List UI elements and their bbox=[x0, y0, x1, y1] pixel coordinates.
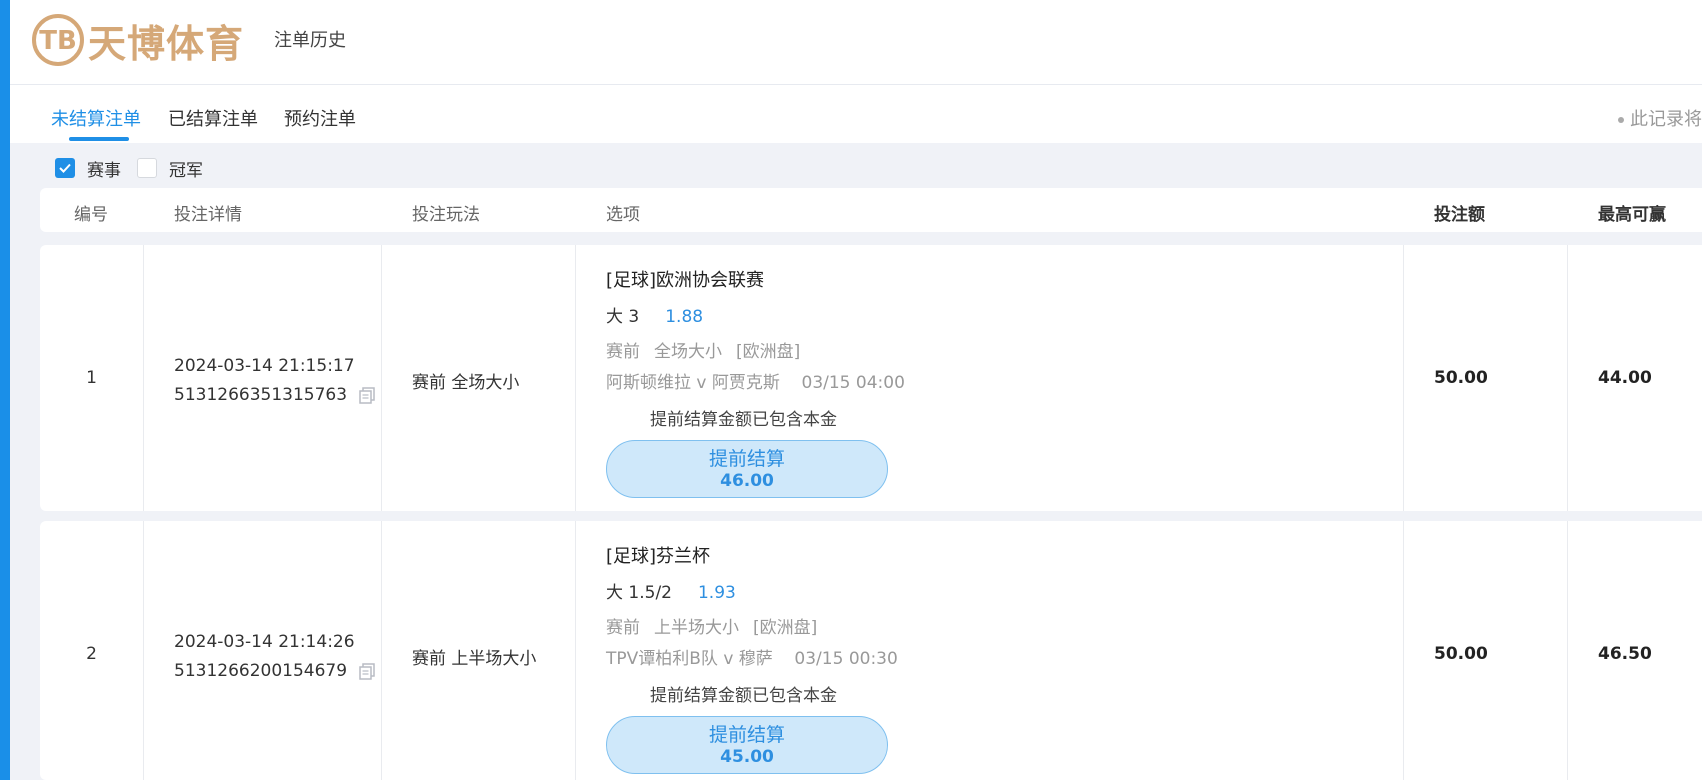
league-name: [足球]欧洲协会联赛 bbox=[606, 270, 765, 291]
stage-label: 赛前 bbox=[606, 342, 640, 362]
bet-option: [足球]欧洲协会联赛 大 3 1.88 赛前 全场大小 [欧洲盘] 阿斯顿维拉 v 阿… bbox=[606, 266, 905, 498]
cashout-label: 提前结算 bbox=[708, 448, 785, 470]
table-row: 1 2024-03-14 21:15:17 5131266351315763 赛… bbox=[40, 245, 1702, 511]
column-divider bbox=[1567, 245, 1568, 511]
header: TB 天博体育 注单历史 bbox=[10, 0, 1702, 85]
row-number: 1 bbox=[86, 368, 97, 388]
order-id: 5131266200154679 bbox=[174, 661, 348, 681]
bet-datetime: 2024-03-14 21:15:17 bbox=[174, 356, 355, 376]
line-label: [欧洲盘] bbox=[736, 342, 801, 362]
col-num: 编号 bbox=[74, 205, 108, 225]
bet-order-row: 5131266200154679 bbox=[174, 657, 376, 686]
bet-order-row: 5131266351315763 bbox=[174, 381, 376, 410]
column-divider bbox=[381, 245, 382, 511]
odds-value: 1.88 bbox=[665, 307, 704, 327]
logo-mark-icon: TB bbox=[32, 14, 84, 66]
tab-unsettled[interactable]: 未结算注单 bbox=[51, 105, 141, 131]
events-checkbox[interactable] bbox=[55, 158, 75, 178]
match-teams: TPV谭柏利B队 v 穆萨 bbox=[606, 649, 773, 669]
logo-mark-text: TB bbox=[39, 26, 77, 56]
match-info: TPV谭柏利B队 v 穆萨 03/15 00:30 bbox=[606, 644, 898, 669]
bet-detail: 2024-03-14 21:15:17 5131266351315763 bbox=[174, 352, 376, 410]
line-label: [欧洲盘] bbox=[753, 618, 818, 638]
cashout-amount: 46.00 bbox=[720, 471, 774, 491]
max-win-amount: 46.50 bbox=[1598, 644, 1652, 664]
events-filter-label[interactable]: 赛事 bbox=[87, 156, 121, 181]
match-time: 03/15 04:00 bbox=[801, 373, 905, 393]
checkmark-icon bbox=[59, 163, 71, 173]
col-stake: 投注额 bbox=[1434, 205, 1485, 225]
cashout-note: 提前结算金额已包含本金 bbox=[650, 410, 837, 430]
outright-filter-label[interactable]: 冠军 bbox=[169, 156, 203, 181]
bet-detail: 2024-03-14 21:14:26 5131266200154679 bbox=[174, 628, 376, 686]
stake-amount: 50.00 bbox=[1434, 644, 1488, 664]
record-notice-text: 此记录将 bbox=[1630, 109, 1702, 130]
odds-value: 1.93 bbox=[697, 583, 736, 603]
market-label: 上半场大小 bbox=[654, 618, 739, 638]
record-notice: 此记录将 bbox=[1618, 105, 1702, 131]
column-divider bbox=[143, 521, 144, 780]
bet-option: [足球]芬兰杯 大 1.5/2 1.93 赛前 上半场大小 [欧洲盘] TPV谭柏利B… bbox=[606, 542, 898, 774]
market-meta: 赛前 全场大小 [欧洲盘] bbox=[606, 337, 905, 362]
column-divider bbox=[1567, 521, 1568, 780]
pick-text: 大 3 bbox=[606, 307, 640, 327]
outright-checkbox[interactable] bbox=[137, 158, 157, 178]
match-info: 阿斯顿维拉 v 阿贾克斯 03/15 04:00 bbox=[606, 368, 905, 393]
col-detail: 投注详情 bbox=[174, 205, 242, 225]
column-divider bbox=[1403, 245, 1404, 511]
cashout-button[interactable]: 提前结算 45.00 bbox=[606, 716, 888, 774]
league-name: [足球]芬兰杯 bbox=[606, 546, 711, 567]
logo-text: 天博体育 bbox=[88, 21, 245, 66]
table-row: 2 2024-03-14 21:14:26 5131266200154679 赛… bbox=[40, 521, 1702, 780]
market-label: 全场大小 bbox=[654, 342, 722, 362]
table-header: 编号 投注详情 投注玩法 选项 投注额 最高可赢 bbox=[40, 188, 1702, 232]
stage-label: 赛前 bbox=[606, 618, 640, 638]
copy-icon[interactable] bbox=[358, 386, 376, 404]
logo[interactable]: TB 天博体育 bbox=[30, 10, 244, 70]
active-tab-indicator bbox=[69, 137, 129, 141]
tab-scheduled[interactable]: 预约注单 bbox=[284, 105, 356, 131]
pick-text: 大 1.5/2 bbox=[606, 583, 672, 603]
column-divider bbox=[143, 245, 144, 511]
order-id: 5131266351315763 bbox=[174, 385, 348, 405]
stake-amount: 50.00 bbox=[1434, 368, 1488, 388]
bet-pick: 大 3 1.88 bbox=[606, 302, 905, 327]
column-divider bbox=[575, 521, 576, 780]
row-number: 2 bbox=[86, 644, 97, 664]
bet-pick: 大 1.5/2 1.93 bbox=[606, 578, 898, 603]
cashout-note: 提前结算金额已包含本金 bbox=[650, 686, 837, 706]
max-win-amount: 44.00 bbox=[1598, 368, 1652, 388]
match-time: 03/15 00:30 bbox=[794, 649, 898, 669]
cashout-amount: 45.00 bbox=[720, 747, 774, 767]
page-title: 注单历史 bbox=[274, 30, 346, 51]
bet-method: 赛前 上半场大小 bbox=[412, 649, 537, 669]
col-option: 选项 bbox=[606, 205, 640, 225]
column-divider bbox=[1403, 521, 1404, 780]
copy-icon[interactable] bbox=[358, 662, 376, 680]
bet-method: 赛前 全场大小 bbox=[412, 373, 520, 393]
column-divider bbox=[575, 245, 576, 511]
filter-bar: 赛事 冠军 bbox=[55, 156, 219, 181]
cashout-button[interactable]: 提前结算 46.00 bbox=[606, 440, 888, 498]
match-teams: 阿斯顿维拉 v 阿贾克斯 bbox=[606, 373, 780, 393]
cashout-label: 提前结算 bbox=[708, 724, 785, 746]
bullet-icon bbox=[1618, 117, 1624, 123]
tab-bar: 未结算注单 已结算注单 预约注单 此记录将 bbox=[10, 85, 1702, 143]
column-divider bbox=[381, 521, 382, 780]
bet-datetime: 2024-03-14 21:14:26 bbox=[174, 632, 355, 652]
tab-settled[interactable]: 已结算注单 bbox=[168, 105, 258, 131]
col-method: 投注玩法 bbox=[412, 205, 480, 225]
left-accent-strip bbox=[0, 0, 10, 780]
col-max-win: 最高可赢 bbox=[1598, 205, 1666, 225]
market-meta: 赛前 上半场大小 [欧洲盘] bbox=[606, 613, 898, 638]
